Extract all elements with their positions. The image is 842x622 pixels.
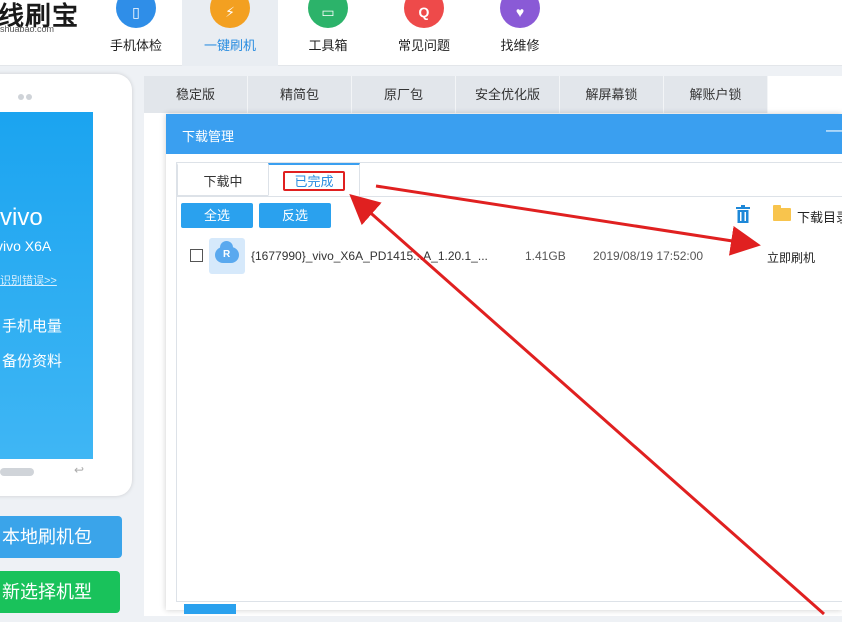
dialog-body: 下载中 已完成 全选 反选 下载目录 R {1677990}_vivo_X6A_… [176,162,842,602]
phone-brand: vivo [0,204,43,231]
tab-unlock-screen[interactable]: 解屏幕锁 [560,76,664,113]
rom-file-icon: R [209,238,245,274]
phone-speaker-dots [18,88,34,103]
file-date: 2019/08/19 17:52:00 [593,249,704,263]
phone-preview: vivo vivo X6A 识别错误>> 手机电量 备份资料 ↩ [0,74,132,496]
table-row: R {1677990}_vivo_X6A_PD1415...A_1.20.1_.… [177,235,842,275]
toolbox-icon: ▭ [308,0,348,28]
dialog-header: 下载管理 — [166,114,842,154]
scroll-hint-bar [184,604,236,614]
phone-check-icon: ▯ [116,0,156,28]
nav-one-click-flash[interactable]: ⚡ 一键刷机 [182,0,278,66]
choose-model-button[interactable]: 新选择机型 [0,571,120,613]
nav-label: 手机体检 [109,38,162,53]
battery-info: 手机电量 [2,318,63,335]
top-nav: 线刷宝 shuabao.com ▯ 手机体检 ⚡ 一键刷机 ▭ 工具箱 Q 常见… [0,0,842,66]
invert-selection-button[interactable]: 反选 [259,203,331,228]
tab-original[interactable]: 原厂包 [352,76,456,113]
folder-icon[interactable] [773,205,791,221]
row-checkbox[interactable] [190,249,203,262]
tab-lite[interactable]: 精简包 [248,76,352,113]
flash-icon: ⚡ [210,0,250,28]
phone-model: vivo X6A [0,238,52,254]
backup-info: 备份资料 [2,353,63,370]
app-logo: 线刷宝 shuabao.com [0,0,80,40]
repair-icon: ♥ [500,0,540,28]
tab-downloading[interactable]: 下载中 [177,163,269,196]
tab-divider [177,196,842,197]
phone-screen: vivo vivo X6A 识别错误>> 手机电量 备份资料 [0,112,93,459]
annotation-highlight-box [283,171,345,191]
select-all-button[interactable]: 全选 [181,203,253,228]
tab-security-optimized[interactable]: 安全优化版 [456,76,560,113]
download-directory-link[interactable]: 下载目录 [797,207,842,226]
wrong-detection-link[interactable]: 识别错误>> [0,272,57,288]
file-name: {1677990}_vivo_X6A_PD1415...A_1.20.1_... [251,249,488,263]
trash-icon[interactable] [735,205,751,223]
nav-label: 一键刷机 [203,38,256,53]
nav-repair[interactable]: ♥ 找维修 [472,0,568,66]
minimize-icon[interactable]: — [826,122,842,140]
home-button [0,468,34,476]
back-icon: ↩ [74,463,85,477]
question-icon: Q [404,0,444,28]
nav-label: 常见问题 [397,38,450,53]
file-size: 1.41GB [525,249,566,263]
tab-unlock-account[interactable]: 解账户锁 [664,76,768,113]
download-manager-dialog: 下载管理 — 下载中 已完成 全选 反选 下载目录 R {1677990}_vi… [166,114,842,610]
dialog-title: 下载管理 [182,129,235,144]
tab-stable[interactable]: 稳定版 [144,76,248,113]
logo-subtext: shuabao.com [0,24,55,34]
nav-faq[interactable]: Q 常见问题 [376,0,472,66]
rom-tabs: 稳定版 精简包 原厂包 安全优化版 解屏幕锁 解账户锁 [144,76,768,113]
nav-label: 工具箱 [308,38,348,53]
nav-toolbox[interactable]: ▭ 工具箱 [280,0,376,66]
nav-label: 找维修 [500,38,540,53]
cloud-icon: R [215,241,239,263]
flash-now-button[interactable]: 立即刷机 [767,249,815,266]
nav-phone-check[interactable]: ▯ 手机体检 [88,0,184,66]
local-flash-package-button[interactable]: 本地刷机包 [0,516,122,558]
